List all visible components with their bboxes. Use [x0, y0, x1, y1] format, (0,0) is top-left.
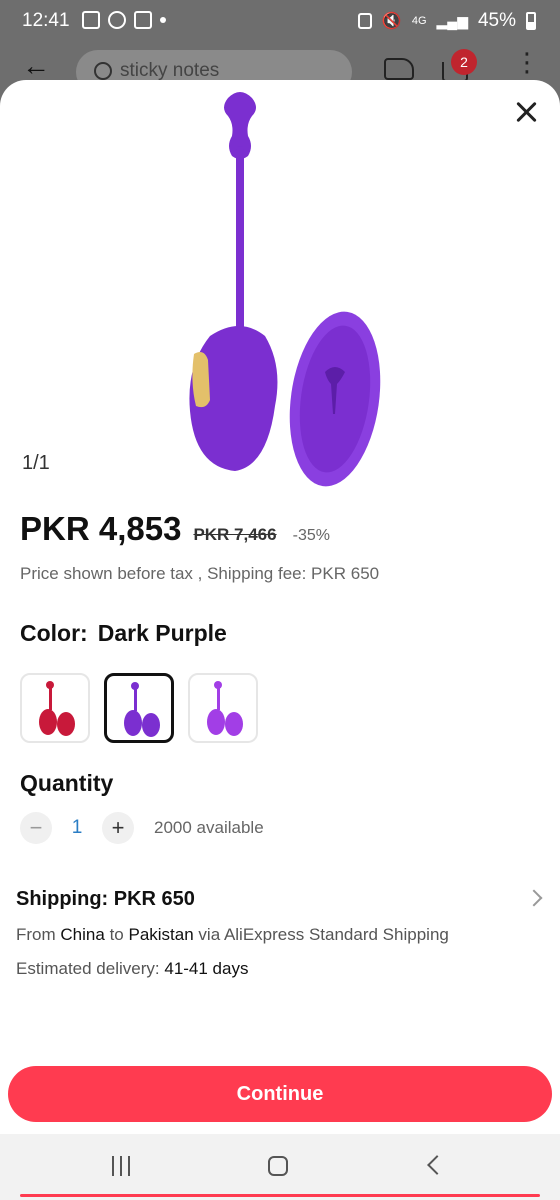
recents-icon[interactable] — [112, 1156, 130, 1176]
quantity-value[interactable]: 1 — [52, 817, 102, 839]
from-prefix: From — [16, 925, 56, 944]
nav-accent-line — [20, 1194, 540, 1197]
ship-to: Pakistan — [128, 925, 194, 944]
to-prefix: to — [109, 925, 124, 944]
original-price: PKR 7,466 — [193, 525, 277, 544]
discount-badge: -35% — [292, 527, 330, 544]
increase-quantity-button[interactable]: + — [102, 812, 134, 844]
current-price: PKR 4,853 — [20, 510, 182, 547]
instagram-icon — [134, 11, 152, 29]
more-options-icon[interactable]: ⋮ — [514, 49, 540, 75]
search-placeholder: sticky notes — [120, 60, 220, 81]
nav-back-icon[interactable] — [427, 1155, 447, 1175]
home-icon[interactable] — [268, 1156, 288, 1176]
gallery-icon — [82, 11, 100, 29]
continue-button[interactable]: Continue — [8, 1066, 552, 1122]
price-row: PKR 4,853 PKR 7,466 -35% — [20, 510, 330, 548]
color-swatches — [20, 673, 258, 743]
network-type: 4G — [411, 15, 427, 27]
search-icon — [94, 62, 112, 80]
notification-icons — [82, 11, 166, 29]
ship-from: China — [60, 925, 105, 944]
status-bar: 12:41 🔇 4G ▂▄▆ 45% — [0, 0, 560, 44]
stock-available: 2000 available — [154, 818, 264, 837]
shipping-method: via AliExpress Standard Shipping — [198, 925, 449, 944]
more-notifications-icon — [160, 17, 166, 23]
quantity-heading: Quantity — [20, 770, 114, 796]
shipping-section[interactable]: Shipping: PKR 650 From China to Pakistan… — [16, 888, 546, 979]
close-icon[interactable] — [510, 96, 542, 128]
battery-percent: 45% — [477, 10, 516, 31]
shipping-route: From China to Pakistan via AliExpress St… — [16, 925, 546, 945]
status-time: 12:41 — [22, 10, 70, 31]
shipping-title: Shipping: PKR 650 — [16, 888, 195, 910]
delivery-days: 41-41 days — [164, 959, 249, 978]
battery-icon — [526, 12, 536, 30]
back-arrow-icon[interactable]: ← — [22, 52, 50, 80]
estimated-delivery: Estimated delivery: 41-41 days — [16, 959, 546, 979]
image-counter: 1/1 — [22, 452, 50, 474]
sku-bottom-sheet: 1/1 PKR 4,853 PKR 7,466 -35% Price shown… — [0, 80, 560, 1134]
system-icons: 🔇 4G ▂▄▆ 45% — [357, 10, 536, 32]
color-heading: Color: Dark Purple — [20, 620, 227, 647]
color-swatch-red[interactable] — [20, 673, 90, 743]
delivery-prefix: Estimated delivery: — [16, 959, 160, 978]
decrease-quantity-button[interactable]: − — [20, 812, 52, 844]
color-label: Color: — [20, 620, 88, 646]
price-note: Price shown before tax , Shipping fee: P… — [20, 564, 380, 583]
color-swatch-purple[interactable] — [188, 673, 258, 743]
signal-icon: ▂▄▆ — [436, 12, 468, 29]
product-image[interactable] — [150, 86, 410, 496]
cart-badge: 2 — [451, 49, 477, 75]
data-saver-icon — [357, 13, 372, 29]
color-swatch-dark-purple[interactable] — [104, 673, 174, 743]
system-nav-bar — [0, 1134, 560, 1200]
chrome-icon — [108, 11, 126, 29]
mute-icon: 🔇 — [381, 13, 402, 30]
quantity-stepper: − 1 + 2000 available — [20, 812, 264, 844]
selected-color-value: Dark Purple — [97, 620, 227, 646]
share-icon[interactable] — [384, 58, 414, 80]
